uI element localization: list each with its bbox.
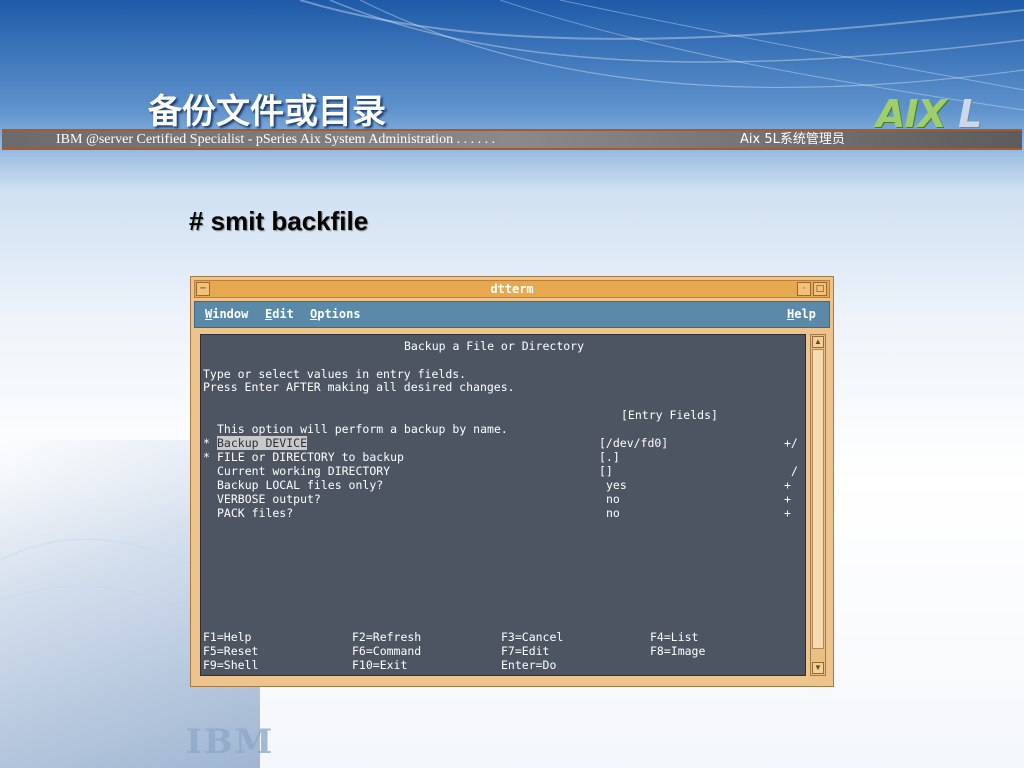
- menu-edit-rest: dit: [272, 307, 294, 321]
- fkey-shell[interactable]: F9=Shell: [203, 659, 258, 672]
- field-value-verbose-output[interactable]: no: [606, 493, 620, 506]
- fkey-refresh[interactable]: F2=Refresh: [352, 631, 421, 644]
- field-label-current-directory[interactable]: Current working DIRECTORY: [217, 465, 390, 478]
- field-value-pack-files[interactable]: no: [606, 507, 620, 520]
- field-value-backup-device[interactable]: [/dev/fd0]: [599, 437, 668, 450]
- fkey-reset[interactable]: F5=Reset: [203, 645, 258, 658]
- field-label-file-or-directory[interactable]: FILE or DIRECTORY to backup: [217, 451, 404, 464]
- dtterm-window: ─ dtterm · □ Window Edit Options Help Ba…: [190, 276, 834, 687]
- fkey-list[interactable]: F4=List: [650, 631, 698, 644]
- ibm-watermark-logo: IBM: [186, 722, 275, 762]
- menu-options[interactable]: Options: [310, 307, 361, 321]
- field-value-local-files[interactable]: yes: [606, 479, 627, 492]
- field-flag: +: [784, 478, 791, 492]
- smit-heading: Backup a File or Directory: [404, 339, 585, 353]
- window-titlebar[interactable]: ─ dtterm · □: [194, 280, 830, 298]
- field-label-verbose-output[interactable]: VERBOSE output?: [217, 493, 321, 506]
- terminal-scrollbar[interactable]: ▲ ▼: [810, 334, 826, 676]
- field-flag: +: [784, 492, 791, 506]
- maximize-button[interactable]: □: [813, 282, 827, 296]
- field-required-marker: *: [203, 436, 210, 450]
- menu-edit[interactable]: Edit: [265, 307, 294, 321]
- banner-course-title: IBM @server Certified Specialist - pSeri…: [56, 132, 496, 147]
- menu-bar: Window Edit Options Help: [194, 301, 830, 328]
- menu-window[interactable]: Window: [205, 307, 248, 321]
- fkey-command[interactable]: F6=Command: [352, 645, 421, 658]
- fkey-exit[interactable]: F10=Exit: [352, 659, 407, 672]
- scrollbar-thumb[interactable]: [812, 349, 824, 649]
- menu-options-rest: ptions: [317, 307, 361, 321]
- menu-window-rest: indow: [212, 307, 249, 321]
- fkey-help[interactable]: F1=Help: [203, 631, 251, 644]
- instruction-line: Press Enter AFTER making all desired cha…: [203, 380, 515, 394]
- command-text: # smit backfile: [189, 206, 369, 236]
- field-value-text: [/dev/fd0]: [599, 436, 669, 450]
- field-flag: +/: [784, 436, 798, 450]
- header-banner: IBM @server Certified Specialist - pSeri…: [2, 129, 1022, 150]
- fkey-cancel[interactable]: F3=Cancel: [501, 631, 563, 644]
- terminal-screen[interactable]: Backup a File or Directory Type or selec…: [200, 334, 806, 676]
- field-label-pack-files[interactable]: PACK files?: [217, 507, 293, 520]
- menu-help[interactable]: Help: [787, 307, 816, 321]
- entry-fields-header: [Entry Fields]: [621, 408, 718, 422]
- scroll-down-arrow-icon[interactable]: ▼: [812, 662, 824, 674]
- field-value-current-directory[interactable]: []: [599, 465, 613, 478]
- field-flag: +: [784, 506, 791, 520]
- window-title: dtterm: [490, 282, 534, 296]
- field-required-marker: *: [203, 450, 210, 464]
- fkey-image[interactable]: F8=Image: [650, 645, 705, 658]
- banner-course-role: Aix 5L系统管理员: [740, 132, 845, 147]
- field-label-text: Backup DEVICE: [217, 436, 308, 450]
- scroll-up-arrow-icon[interactable]: ▲: [812, 336, 824, 348]
- field-label-local-files[interactable]: Backup LOCAL files only?: [217, 479, 383, 492]
- field-label-backup-device[interactable]: Backup DEVICE: [217, 436, 308, 450]
- field-value-file-or-directory[interactable]: [.]: [599, 451, 620, 464]
- option-description: This option will perform a backup by nam…: [217, 422, 508, 436]
- minimize-button[interactable]: ·: [797, 282, 811, 296]
- field-flag: /: [791, 464, 798, 478]
- fkey-do[interactable]: Enter=Do: [501, 659, 556, 672]
- slide-title: 备份文件或目录: [148, 92, 386, 132]
- fkey-edit[interactable]: F7=Edit: [501, 645, 549, 658]
- menu-help-rest: elp: [794, 307, 816, 321]
